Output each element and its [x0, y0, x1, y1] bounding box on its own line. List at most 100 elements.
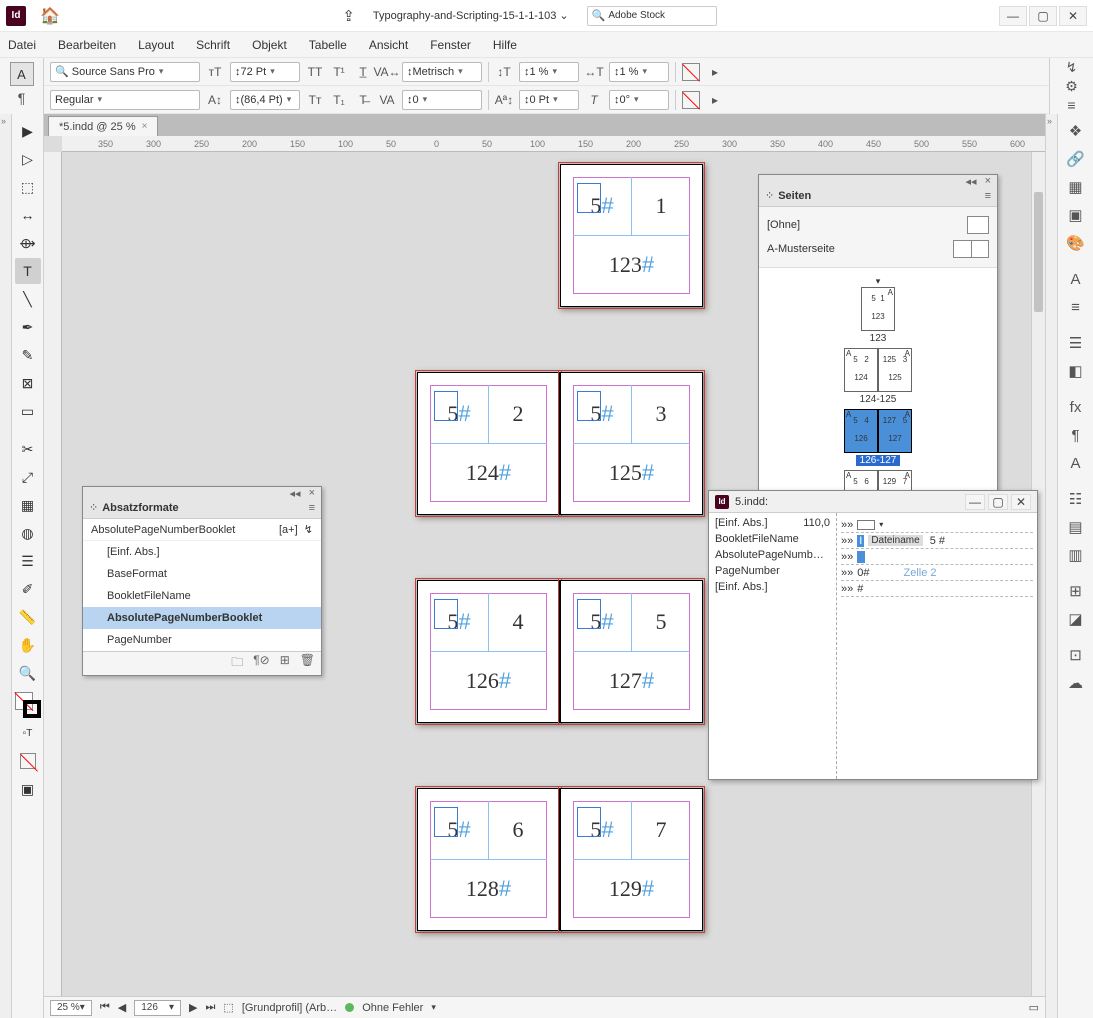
- collapse-icon[interactable]: ◂◂: [966, 175, 977, 185]
- preflight-profile[interactable]: [Grundprofil] (Arb…: [242, 1002, 337, 1014]
- paragraph-mode-icon[interactable]: ¶: [18, 90, 26, 106]
- selection-tool[interactable]: ▶: [15, 118, 41, 144]
- table-icon[interactable]: ▤: [1063, 514, 1089, 540]
- type-tool[interactable]: T: [15, 258, 41, 284]
- home-icon[interactable]: 🏠: [40, 6, 60, 26]
- view-mode-icon[interactable]: ▣: [15, 776, 41, 802]
- scissors-tool[interactable]: ✂: [15, 436, 41, 462]
- fx-icon[interactable]: fx: [1063, 394, 1089, 420]
- menu-hilfe[interactable]: Hilfe: [493, 38, 517, 52]
- menu-datei[interactable]: Datei: [8, 38, 36, 52]
- close-button[interactable]: ✕: [1059, 6, 1087, 26]
- structure-icon[interactable]: ▭: [1029, 1001, 1039, 1014]
- preflight-errors[interactable]: Ohne Fehler: [362, 1002, 423, 1014]
- char-icon[interactable]: A: [1063, 450, 1089, 476]
- line-tool[interactable]: ╲: [15, 286, 41, 312]
- menu-fenster[interactable]: Fenster: [430, 38, 471, 52]
- pencil-tool[interactable]: ✎: [15, 342, 41, 368]
- apply-color-icon[interactable]: [15, 748, 41, 774]
- align-icon[interactable]: ⊞: [1063, 578, 1089, 604]
- lines-icon[interactable]: ☰: [1063, 330, 1089, 356]
- collapse-icon[interactable]: ◂◂: [290, 487, 301, 497]
- font-size-combo[interactable]: ↕ 72 Pt▾: [230, 62, 300, 82]
- rectangle-frame-tool[interactable]: ⊠: [15, 370, 41, 396]
- fill-swatch[interactable]: [682, 63, 700, 81]
- quick-apply-icon[interactable]: ↯: [1066, 59, 1078, 76]
- direct-selection-tool[interactable]: ▷: [15, 146, 41, 172]
- paragraph-style-item[interactable]: [Einf. Abs.]: [83, 541, 321, 563]
- baseline-combo[interactable]: ↕ 0 Pt▾: [519, 90, 579, 110]
- page[interactable]: 5#3125#: [560, 372, 703, 515]
- paragraph-style-item[interactable]: BaseFormat: [83, 563, 321, 585]
- document-tab[interactable]: *5.indd @ 25 %×: [48, 116, 158, 136]
- story-line[interactable]: »»: [841, 549, 1033, 565]
- strikethrough-icon[interactable]: T̶: [354, 91, 372, 109]
- right-dock-nub[interactable]: [1045, 114, 1057, 1018]
- quick-apply-icon[interactable]: ↯: [304, 524, 313, 536]
- panel-menu-icon[interactable]: ≡: [985, 190, 991, 202]
- ruler-vertical[interactable]: [44, 152, 62, 996]
- formatting-text-icon[interactable]: ▫T: [15, 720, 41, 746]
- story-line[interactable]: »» #: [841, 581, 1033, 597]
- spread-thumb[interactable]: A5 4126A127 5127126-127: [844, 409, 912, 466]
- nav-last-icon[interactable]: ⏭: [206, 1001, 216, 1014]
- kerning-combo[interactable]: ↕ Metrisch▾: [402, 62, 482, 82]
- skew-combo[interactable]: ↕ 0°▾: [609, 90, 669, 110]
- underline-icon[interactable]: T̲: [354, 63, 372, 81]
- menu-tabelle[interactable]: Tabelle: [309, 38, 347, 52]
- para-grip-icon[interactable]: ⁘: [89, 501, 98, 514]
- left-dock-nub[interactable]: [0, 114, 12, 1018]
- pathfinder-icon[interactable]: ◪: [1063, 606, 1089, 632]
- pen-tool[interactable]: ✒: [15, 314, 41, 340]
- textwrap-icon[interactable]: ◧: [1063, 358, 1089, 384]
- more-icon-2[interactable]: ▸: [706, 91, 724, 109]
- content-collector-tool[interactable]: ⟴: [15, 230, 41, 256]
- story-line[interactable]: »» IDateiname 5 #: [841, 533, 1033, 549]
- style-icon[interactable]: ≡: [1063, 294, 1089, 320]
- transform-icon[interactable]: ⊡: [1063, 642, 1089, 668]
- page-tool[interactable]: ⬚: [15, 174, 41, 200]
- para-icon[interactable]: ¶: [1063, 422, 1089, 448]
- menu-layout[interactable]: Layout: [138, 38, 174, 52]
- character-mode-icon[interactable]: A: [10, 62, 34, 86]
- more-icon[interactable]: ▸: [706, 63, 724, 81]
- paragraph-style-item[interactable]: BookletFileName: [83, 585, 321, 607]
- page[interactable]: 5#1123#: [560, 164, 703, 307]
- eyedropper-tool[interactable]: ✐: [15, 576, 41, 602]
- story-line[interactable]: »» ▾: [841, 517, 1033, 533]
- measure-tool[interactable]: 📏: [15, 604, 41, 630]
- menu-bearbeiten[interactable]: Bearbeiten: [58, 38, 116, 52]
- font-family-combo[interactable]: 🔍 Source Sans Pro▾: [50, 62, 200, 82]
- nav-next-icon[interactable]: ▶: [189, 1001, 197, 1014]
- delete-style-icon[interactable]: 🗑: [300, 653, 315, 674]
- links-icon[interactable]: 🔗: [1063, 146, 1089, 172]
- master-row[interactable]: [Ohne]: [767, 213, 989, 237]
- master-row[interactable]: A-Musterseite: [767, 237, 989, 261]
- spread-thumb[interactable]: ▾A5 1123123: [861, 276, 895, 344]
- menu-objekt[interactable]: Objekt: [252, 38, 287, 52]
- story-icon[interactable]: ☷: [1063, 486, 1089, 512]
- story-line[interactable]: »» 0#Zelle 2: [841, 565, 1033, 581]
- close-panel-icon[interactable]: ×: [309, 487, 315, 497]
- share-icon[interactable]: ⇪: [342, 7, 355, 25]
- maximize-button[interactable]: ▢: [1029, 6, 1057, 26]
- close-tab-icon[interactable]: ×: [142, 121, 148, 132]
- minimize-button[interactable]: —: [999, 6, 1027, 26]
- swatches-icon[interactable]: 🎨: [1063, 230, 1089, 256]
- minimize-button[interactable]: —: [965, 494, 985, 510]
- clear-override-icon[interactable]: ¶⊘: [253, 653, 270, 674]
- folder-icon[interactable]: 🗀: [231, 653, 243, 674]
- page[interactable]: 5#4126#: [417, 580, 560, 723]
- glyph-icon[interactable]: A: [1063, 266, 1089, 292]
- subscript-icon[interactable]: T₁: [330, 91, 348, 109]
- hand-tool[interactable]: ✋: [15, 632, 41, 658]
- smallcaps-icon[interactable]: Tᴛ: [306, 91, 324, 109]
- zoom-tool[interactable]: 🔍: [15, 660, 41, 686]
- tracking-combo[interactable]: ↕ 0▾: [402, 90, 482, 110]
- stroke-swatch[interactable]: [682, 91, 700, 109]
- panel-menu-icon[interactable]: ≡: [1067, 97, 1075, 113]
- allcaps-icon[interactable]: TT: [306, 63, 324, 81]
- pages-grip-icon[interactable]: ⁘: [765, 189, 774, 202]
- panel-menu-icon[interactable]: ≡: [309, 502, 315, 514]
- layers-icon[interactable]: ❖: [1063, 118, 1089, 144]
